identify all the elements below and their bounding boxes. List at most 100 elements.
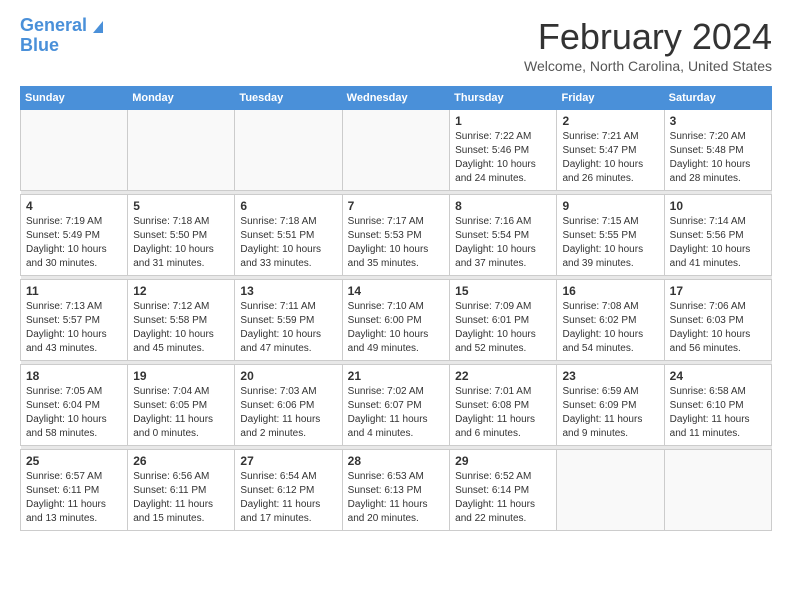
title-block: February 2024 Welcome, North Carolina, U… xyxy=(524,16,772,74)
day-info: Sunrise: 7:04 AM Sunset: 6:05 PM Dayligh… xyxy=(133,385,229,441)
day-info: Sunrise: 7:11 AM Sunset: 5:59 PM Dayligh… xyxy=(240,300,336,356)
calendar-cell: 18 Sunrise: 7:05 AM Sunset: 6:04 PM Dayli… xyxy=(21,365,128,446)
day-info: Sunrise: 7:06 AM Sunset: 6:03 PM Dayligh… xyxy=(670,300,766,356)
day-info: Sunrise: 7:01 AM Sunset: 6:08 PM Dayligh… xyxy=(455,385,551,441)
calendar-cell: 5Sunrise: 7:18 AM Sunset: 5:50 PM Daylig… xyxy=(128,195,235,276)
calendar-cell: 20 Sunrise: 7:03 AM Sunset: 6:06 PM Dayli… xyxy=(235,365,342,446)
day-number: 16 xyxy=(562,284,658,298)
day-info: Sunrise: 6:56 AM Sunset: 6:11 PM Dayligh… xyxy=(133,470,229,526)
day-info: Sunrise: 7:15 AM Sunset: 5:55 PM Dayligh… xyxy=(562,215,658,271)
day-info: Sunrise: 7:14 AM Sunset: 5:56 PM Dayligh… xyxy=(670,215,766,271)
day-number: 10 xyxy=(670,199,766,213)
column-header-wednesday: Wednesday xyxy=(342,87,449,110)
calendar-week-row: 25 Sunrise: 6:57 AM Sunset: 6:11 PM Dayli… xyxy=(21,450,772,531)
day-number: 1 xyxy=(455,114,551,128)
calendar-cell: 29 Sunrise: 6:52 AM Sunset: 6:14 PM Dayli… xyxy=(450,450,557,531)
calendar-cell: 6 Sunrise: 7:18 AM Sunset: 5:51 PM Daylig… xyxy=(235,195,342,276)
calendar-week-row: 4Sunrise: 7:19 AM Sunset: 5:49 PM Daylig… xyxy=(21,195,772,276)
day-number: 12 xyxy=(133,284,229,298)
day-info: Sunrise: 6:52 AM Sunset: 6:14 PM Dayligh… xyxy=(455,470,551,526)
column-header-thursday: Thursday xyxy=(450,87,557,110)
calendar-cell: 4Sunrise: 7:19 AM Sunset: 5:49 PM Daylig… xyxy=(21,195,128,276)
calendar-cell: 16 Sunrise: 7:08 AM Sunset: 6:02 PM Dayli… xyxy=(557,280,664,361)
day-info: Sunrise: 7:13 AM Sunset: 5:57 PM Dayligh… xyxy=(26,300,122,356)
day-number: 18 xyxy=(26,369,122,383)
day-info: Sunrise: 7:16 AM Sunset: 5:54 PM Dayligh… xyxy=(455,215,551,271)
calendar-cell: 15 Sunrise: 7:09 AM Sunset: 6:01 PM Dayli… xyxy=(450,280,557,361)
day-number: 11 xyxy=(26,284,122,298)
calendar-cell: 9 Sunrise: 7:15 AM Sunset: 5:55 PM Daylig… xyxy=(557,195,664,276)
calendar-cell: 3Sunrise: 7:20 AM Sunset: 5:48 PM Daylig… xyxy=(664,110,771,191)
calendar-cell xyxy=(342,110,449,191)
day-number: 9 xyxy=(562,199,658,213)
day-number: 23 xyxy=(562,369,658,383)
calendar-cell: 14 Sunrise: 7:10 AM Sunset: 6:00 PM Dayli… xyxy=(342,280,449,361)
page-header: General Blue February 2024 Welcome, Nort… xyxy=(20,16,772,74)
day-info: Sunrise: 7:22 AM Sunset: 5:46 PM Dayligh… xyxy=(455,130,551,186)
calendar-cell xyxy=(128,110,235,191)
day-number: 29 xyxy=(455,454,551,468)
day-number: 14 xyxy=(348,284,444,298)
day-number: 24 xyxy=(670,369,766,383)
day-number: 22 xyxy=(455,369,551,383)
day-number: 6 xyxy=(240,199,336,213)
calendar-cell: 1 Sunrise: 7:22 AM Sunset: 5:46 PM Daylig… xyxy=(450,110,557,191)
day-number: 8 xyxy=(455,199,551,213)
calendar-header-row: SundayMondayTuesdayWednesdayThursdayFrid… xyxy=(21,87,772,110)
calendar-cell xyxy=(664,450,771,531)
day-number: 7 xyxy=(348,199,444,213)
day-info: Sunrise: 7:09 AM Sunset: 6:01 PM Dayligh… xyxy=(455,300,551,356)
column-header-tuesday: Tuesday xyxy=(235,87,342,110)
column-header-sunday: Sunday xyxy=(21,87,128,110)
day-info: Sunrise: 7:18 AM Sunset: 5:51 PM Dayligh… xyxy=(240,215,336,271)
day-info: Sunrise: 7:12 AM Sunset: 5:58 PM Dayligh… xyxy=(133,300,229,356)
column-header-friday: Friday xyxy=(557,87,664,110)
day-info: Sunrise: 7:21 AM Sunset: 5:47 PM Dayligh… xyxy=(562,130,658,186)
day-info: Sunrise: 6:54 AM Sunset: 6:12 PM Dayligh… xyxy=(240,470,336,526)
calendar-cell xyxy=(21,110,128,191)
calendar-cell: 2 Sunrise: 7:21 AM Sunset: 5:47 PM Daylig… xyxy=(557,110,664,191)
calendar-cell: 11 Sunrise: 7:13 AM Sunset: 5:57 PM Dayli… xyxy=(21,280,128,361)
calendar-week-row: 1 Sunrise: 7:22 AM Sunset: 5:46 PM Daylig… xyxy=(21,110,772,191)
calendar-cell: 8 Sunrise: 7:16 AM Sunset: 5:54 PM Daylig… xyxy=(450,195,557,276)
day-info: Sunrise: 6:58 AM Sunset: 6:10 PM Dayligh… xyxy=(670,385,766,441)
calendar-cell: 22 Sunrise: 7:01 AM Sunset: 6:08 PM Dayli… xyxy=(450,365,557,446)
calendar-cell: 7Sunrise: 7:17 AM Sunset: 5:53 PM Daylig… xyxy=(342,195,449,276)
day-info: Sunrise: 7:03 AM Sunset: 6:06 PM Dayligh… xyxy=(240,385,336,441)
calendar-cell: 26 Sunrise: 6:56 AM Sunset: 6:11 PM Dayli… xyxy=(128,450,235,531)
calendar-cell: 23Sunrise: 6:59 AM Sunset: 6:09 PM Dayli… xyxy=(557,365,664,446)
calendar-cell: 27Sunrise: 6:54 AM Sunset: 6:12 PM Dayli… xyxy=(235,450,342,531)
logo-text: General xyxy=(20,16,87,36)
calendar-cell: 10 Sunrise: 7:14 AM Sunset: 5:56 PM Dayli… xyxy=(664,195,771,276)
day-info: Sunrise: 7:08 AM Sunset: 6:02 PM Dayligh… xyxy=(562,300,658,356)
month-title: February 2024 xyxy=(524,16,772,58)
logo: General Blue xyxy=(20,16,107,56)
day-info: Sunrise: 7:20 AM Sunset: 5:48 PM Dayligh… xyxy=(670,130,766,186)
day-info: Sunrise: 7:02 AM Sunset: 6:07 PM Dayligh… xyxy=(348,385,444,441)
day-number: 15 xyxy=(455,284,551,298)
column-header-saturday: Saturday xyxy=(664,87,771,110)
calendar-cell: 19Sunrise: 7:04 AM Sunset: 6:05 PM Dayli… xyxy=(128,365,235,446)
day-number: 25 xyxy=(26,454,122,468)
calendar-cell xyxy=(557,450,664,531)
calendar-week-row: 11 Sunrise: 7:13 AM Sunset: 5:57 PM Dayli… xyxy=(21,280,772,361)
day-info: Sunrise: 7:19 AM Sunset: 5:49 PM Dayligh… xyxy=(26,215,122,271)
calendar-cell: 24 Sunrise: 6:58 AM Sunset: 6:10 PM Dayli… xyxy=(664,365,771,446)
day-info: Sunrise: 6:53 AM Sunset: 6:13 PM Dayligh… xyxy=(348,470,444,526)
calendar-cell xyxy=(235,110,342,191)
column-header-monday: Monday xyxy=(128,87,235,110)
day-info: Sunrise: 7:10 AM Sunset: 6:00 PM Dayligh… xyxy=(348,300,444,356)
day-number: 5 xyxy=(133,199,229,213)
calendar-week-row: 18 Sunrise: 7:05 AM Sunset: 6:04 PM Dayli… xyxy=(21,365,772,446)
calendar-cell: 28Sunrise: 6:53 AM Sunset: 6:13 PM Dayli… xyxy=(342,450,449,531)
day-number: 2 xyxy=(562,114,658,128)
calendar-cell: 13Sunrise: 7:11 AM Sunset: 5:59 PM Dayli… xyxy=(235,280,342,361)
day-number: 17 xyxy=(670,284,766,298)
day-info: Sunrise: 6:57 AM Sunset: 6:11 PM Dayligh… xyxy=(26,470,122,526)
day-number: 20 xyxy=(240,369,336,383)
logo-icon xyxy=(89,17,107,35)
day-info: Sunrise: 7:05 AM Sunset: 6:04 PM Dayligh… xyxy=(26,385,122,441)
location: Welcome, North Carolina, United States xyxy=(524,58,772,74)
calendar-table: SundayMondayTuesdayWednesdayThursdayFrid… xyxy=(20,86,772,531)
day-number: 26 xyxy=(133,454,229,468)
